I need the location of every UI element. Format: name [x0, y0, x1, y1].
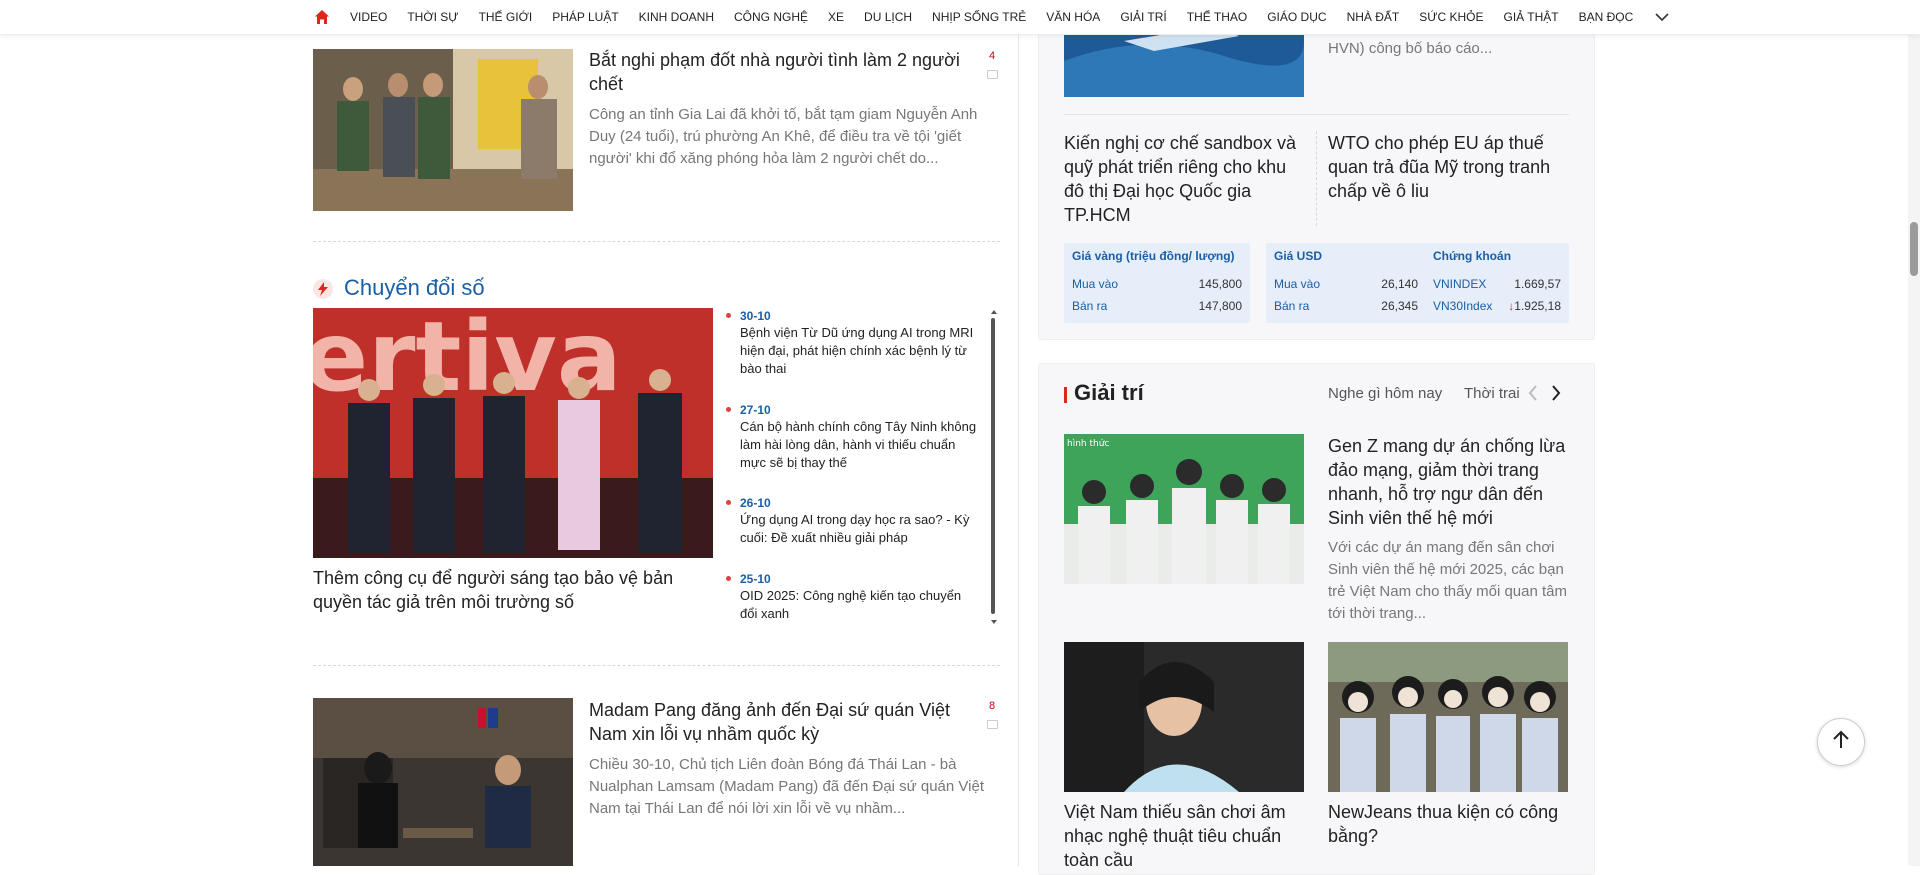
nav-item[interactable]: GIẢ THẬT — [1504, 10, 1559, 24]
comment-icon — [987, 720, 998, 729]
entertainment-article-title[interactable]: Việt Nam thiếu sân chơi âm nhạc nghệ thu… — [1064, 800, 1304, 872]
entertainment-main-image[interactable]: hình thức — [1064, 434, 1304, 584]
arrow-up-icon — [1830, 729, 1852, 756]
divider — [1316, 131, 1317, 226]
stock-row-vn30: VN30Index ↓1.925,18 — [1433, 299, 1561, 313]
gold-price-box[interactable]: Giá vàng (triệu đồng/ lượng) Mua vào 145,… — [1064, 243, 1250, 323]
chevron-right-icon[interactable] — [1549, 383, 1563, 408]
nav-item[interactable]: NHỊP SỐNG TRẺ — [932, 10, 1026, 24]
entertainment-thumbnail[interactable] — [1064, 642, 1304, 792]
section-title[interactable]: Giải trí — [1074, 380, 1144, 406]
nav-item[interactable]: NHÀ ĐẤT — [1347, 10, 1400, 24]
timeline-title[interactable]: Cán bộ hành chính công Tây Ninh không là… — [740, 418, 980, 472]
gold-header: Giá vàng (triệu đồng/ lượng) — [1072, 249, 1235, 263]
article-title[interactable]: Bắt nghi phạm đốt nhà người tình làm 2 n… — [589, 48, 969, 96]
stock-row-vnindex: VNINDEX 1.669,57 — [1433, 277, 1561, 291]
nav-item[interactable]: THẾ GIỚI — [479, 10, 533, 24]
article-thumbnail[interactable] — [313, 698, 573, 866]
section-title[interactable]: Chuyển đổi số — [344, 275, 485, 301]
article-thumbnail[interactable] — [313, 49, 573, 211]
svg-text:hình thức: hình thức — [1067, 439, 1109, 449]
comment-icon — [987, 70, 998, 79]
timeline-dot — [726, 407, 731, 412]
timeline-date: 27-10 — [740, 403, 771, 417]
nav-item[interactable]: GIÁO DỤC — [1267, 10, 1326, 24]
nav-item[interactable]: VĂN HÓA — [1046, 10, 1100, 24]
timeline-date: 30-10 — [740, 309, 771, 323]
gold-buy-row: Mua vào 145,800 — [1072, 277, 1242, 291]
tab-nghe-gi-hom-nay[interactable]: Nghe gì hôm nay — [1328, 385, 1442, 402]
timeline-dot — [726, 576, 731, 581]
nav-item[interactable]: PHÁP LUẬT — [552, 10, 618, 24]
article-summary: Công an tỉnh Gia Lai đã khởi tố, bắt tạm… — [589, 106, 978, 167]
nav-item[interactable]: THỜI SỰ — [407, 10, 458, 24]
divider — [313, 241, 1000, 242]
timeline-item[interactable]: 30-10 Bệnh viện Từ Dũ ứng dụng AI trong M… — [726, 308, 980, 378]
timeline-scrollbar[interactable] — [991, 310, 997, 630]
usd-sell-row: Bán ra 26,345 — [1274, 299, 1418, 313]
timeline-title[interactable]: Ứng dụng AI trong dạy học ra sao? - Kỳ c… — [740, 511, 980, 547]
entertainment-main-title[interactable]: Gen Z mang dự án chống lừa đảo mạng, giả… — [1328, 434, 1568, 530]
divider — [1064, 114, 1569, 115]
article-title[interactable]: Madam Pang đăng ảnh đến Đại sứ quán Việt… — [589, 698, 979, 746]
top-navigation: VIDEO THỜI SỰ THẾ GIỚI PHÁP LUẬT KINH DOANH C… — [0, 0, 1920, 35]
comment-count[interactable]: 8 — [986, 700, 998, 712]
timeline-date: 26-10 — [740, 496, 771, 510]
article-summary: Chiều 30-10, Chủ tịch Liên đoàn Bóng đá … — [589, 756, 984, 817]
nav-item[interactable]: GIẢI TRÍ — [1120, 10, 1166, 24]
entertainment-article-title[interactable]: NewJeans thua kiện có công bằng? — [1328, 800, 1568, 848]
usd-price-box[interactable]: Giá USD Mua vào 26,140 Bán ra 26,345 — [1266, 243, 1426, 323]
main-column: Bắt nghi phạm đốt nhà người tình làm 2 n… — [313, 34, 1000, 866]
nav-item[interactable]: DU LỊCH — [864, 10, 912, 24]
section-main-title[interactable]: Thêm công cụ để người sáng tạo bảo vệ bả… — [313, 566, 703, 614]
timeline-title[interactable]: OID 2025: Công nghệ kiến tạo chuyển đổi … — [740, 587, 980, 623]
business-article-title[interactable]: Kiến nghị cơ chế sandbox và quỹ phát tri… — [1064, 131, 1309, 227]
nav-item[interactable]: KINH DOANH — [639, 10, 714, 24]
nav-item[interactable]: CÔNG NGHỆ — [734, 10, 808, 24]
business-card: Vietnam Airlines (mã chứng khoán: HVN) c… — [1038, 0, 1595, 340]
usd-buy-row: Mua vào 26,140 — [1274, 277, 1418, 291]
column-divider — [1018, 34, 1019, 866]
timeline-title[interactable]: Bệnh viện Từ Dũ ứng dụng AI trong MRI hi… — [740, 324, 980, 378]
comment-count[interactable]: 4 — [986, 50, 998, 62]
timeline-dot — [726, 313, 731, 318]
lightning-icon — [313, 279, 333, 299]
timeline-date: 25-10 — [740, 572, 771, 586]
nav-item[interactable]: XE — [828, 10, 844, 24]
timeline-dot — [726, 500, 731, 505]
chevron-left-icon[interactable] — [1526, 383, 1540, 408]
section-marker — [1064, 387, 1067, 403]
entertainment-card: Giải trí Nghe gì hôm nay Thời trai hình … — [1038, 363, 1595, 875]
chevron-down-icon[interactable] — [1655, 9, 1671, 25]
tab-thoi-trang[interactable]: Thời trai — [1464, 385, 1524, 402]
nav-menu: VIDEO THỜI SỰ THẾ GIỚI PHÁP LUẬT KINH DOANH C… — [314, 0, 1671, 34]
entertainment-thumbnail[interactable] — [1328, 642, 1568, 792]
page-scrollbar-thumb[interactable] — [1910, 222, 1918, 276]
stock-header: Chứng khoán — [1433, 249, 1512, 263]
nav-item[interactable]: SỨC KHỎE — [1419, 10, 1483, 24]
nav-item[interactable]: VIDEO — [350, 10, 387, 24]
back-to-top-button[interactable] — [1817, 718, 1865, 766]
timeline-item[interactable]: 27-10 Cán bộ hành chính công Tây Ninh khô… — [726, 402, 980, 472]
entertainment-summary: Với các dự án mang đến sân chơi Sinh viê… — [1328, 539, 1568, 622]
section-main-image[interactable]: ertiva — [313, 308, 713, 558]
stock-box[interactable]: Chứng khoán VNINDEX 1.669,57 VN30Index ↓1… — [1425, 243, 1569, 323]
page-scrollbar[interactable] — [1908, 0, 1920, 866]
home-icon[interactable] — [314, 9, 330, 25]
timeline-item[interactable]: 26-10 Ứng dụng AI trong dạy học ra sao? -… — [726, 495, 980, 547]
usd-header: Giá USD — [1274, 249, 1323, 263]
divider — [313, 665, 1000, 666]
business-article-title[interactable]: WTO cho phép EU áp thuế quan trả đũa Mỹ … — [1328, 131, 1568, 203]
nav-item[interactable]: BẠN ĐỌC — [1579, 10, 1634, 24]
nav-item[interactable]: THỂ THAO — [1187, 10, 1247, 24]
timeline-item[interactable]: 25-10 OID 2025: Công nghệ kiến tạo chuyển… — [726, 571, 980, 623]
gold-sell-row: Bán ra 147,800 — [1072, 299, 1242, 313]
